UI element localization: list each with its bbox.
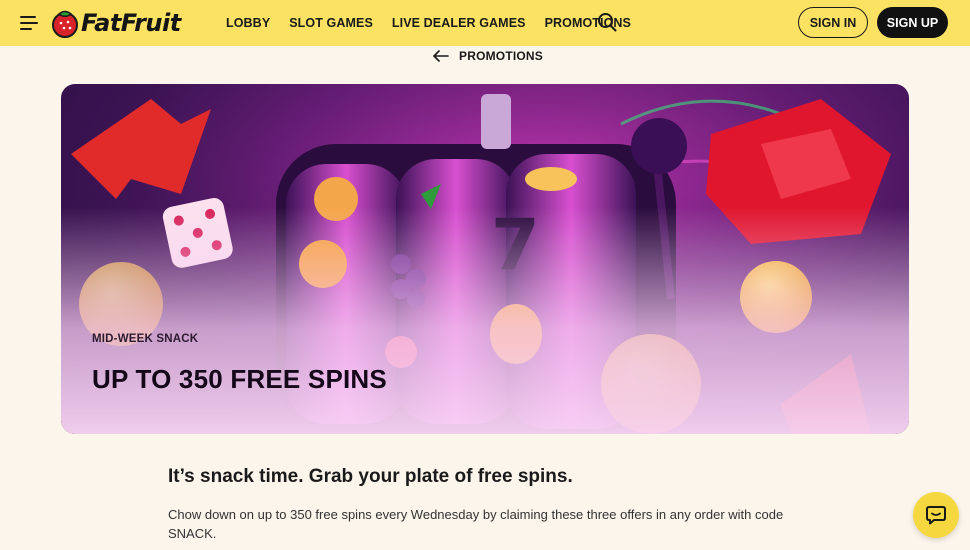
strawberry-icon [52, 10, 78, 38]
banner-title: UP TO 350 FREE SPINS [92, 364, 387, 394]
logo[interactable]: FatFruit [50, 7, 181, 39]
menu-icon[interactable] [20, 14, 40, 32]
logo-text: FatFruit [81, 9, 181, 37]
search-icon[interactable] [597, 12, 617, 32]
sign-up-button[interactable]: SIGN UP [877, 7, 948, 38]
breadcrumb-back[interactable]: PROMOTIONS [433, 48, 543, 64]
nav-promotions[interactable]: PROMOTIONS [545, 16, 631, 30]
promo-banner: 7 MID-WEEK SNACK UP TO 350 FREE SPINS [61, 84, 909, 434]
arrow-left-icon [433, 50, 449, 62]
promo-headline: It’s snack time. Grab your plate of free… [168, 466, 573, 487]
chat-button[interactable] [913, 492, 959, 538]
chat-icon [926, 506, 946, 525]
main-nav: LOBBY SLOT GAMES LIVE DEALER GAMES PROMO… [226, 0, 631, 46]
nav-live-dealer-games[interactable]: LIVE DEALER GAMES [392, 16, 526, 30]
top-header: FatFruit LOBBY SLOT GAMES LIVE DEALER GA… [0, 0, 970, 46]
promo-description: Chow down on up to 350 free spins every … [168, 507, 784, 541]
breadcrumb-label: PROMOTIONS [459, 49, 544, 63]
banner-eyebrow: MID-WEEK SNACK [92, 333, 199, 345]
nav-lobby[interactable]: LOBBY [226, 16, 270, 30]
nav-slot-games[interactable]: SLOT GAMES [289, 16, 373, 30]
sign-in-button[interactable]: SIGN IN [798, 7, 868, 38]
